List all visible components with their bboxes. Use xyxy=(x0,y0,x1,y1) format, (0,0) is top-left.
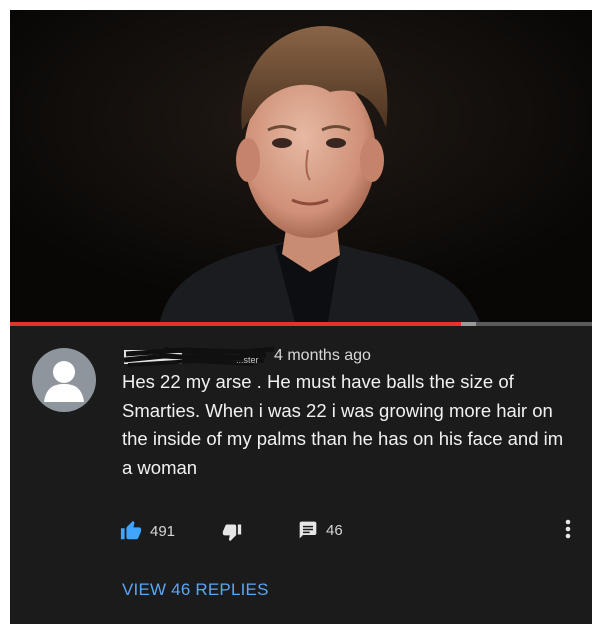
more-vertical-icon xyxy=(565,519,571,539)
comment-text: Hes 22 my arse . He must have balls the … xyxy=(122,371,564,478)
screenshot-frame: ...ster 4 months ago Hes 22 my arse . He… xyxy=(10,10,592,624)
video-player[interactable] xyxy=(10,10,592,322)
comment-icon xyxy=(299,521,317,539)
default-avatar-icon[interactable] xyxy=(32,348,96,412)
thumbs-up-icon xyxy=(120,520,142,540)
view-replies-link[interactable]: VIEW 46 REPLIES xyxy=(122,580,269,600)
like-count: 491 xyxy=(150,522,176,540)
comment-card: ...ster 4 months ago Hes 22 my arse . He… xyxy=(10,326,592,624)
dislike-button[interactable] xyxy=(222,522,242,542)
person-portrait-image xyxy=(10,10,592,322)
author-name-partial: ...ster xyxy=(236,355,259,365)
reply-button[interactable]: 46 xyxy=(298,520,343,540)
reply-count: 46 xyxy=(326,521,343,539)
author-name-redacted[interactable]: ...ster xyxy=(123,346,276,368)
more-options-button[interactable] xyxy=(562,518,574,540)
like-button[interactable]: 491 xyxy=(120,520,175,542)
thumbs-down-icon xyxy=(222,524,242,542)
comment-timestamp: 4 months ago xyxy=(274,347,371,364)
